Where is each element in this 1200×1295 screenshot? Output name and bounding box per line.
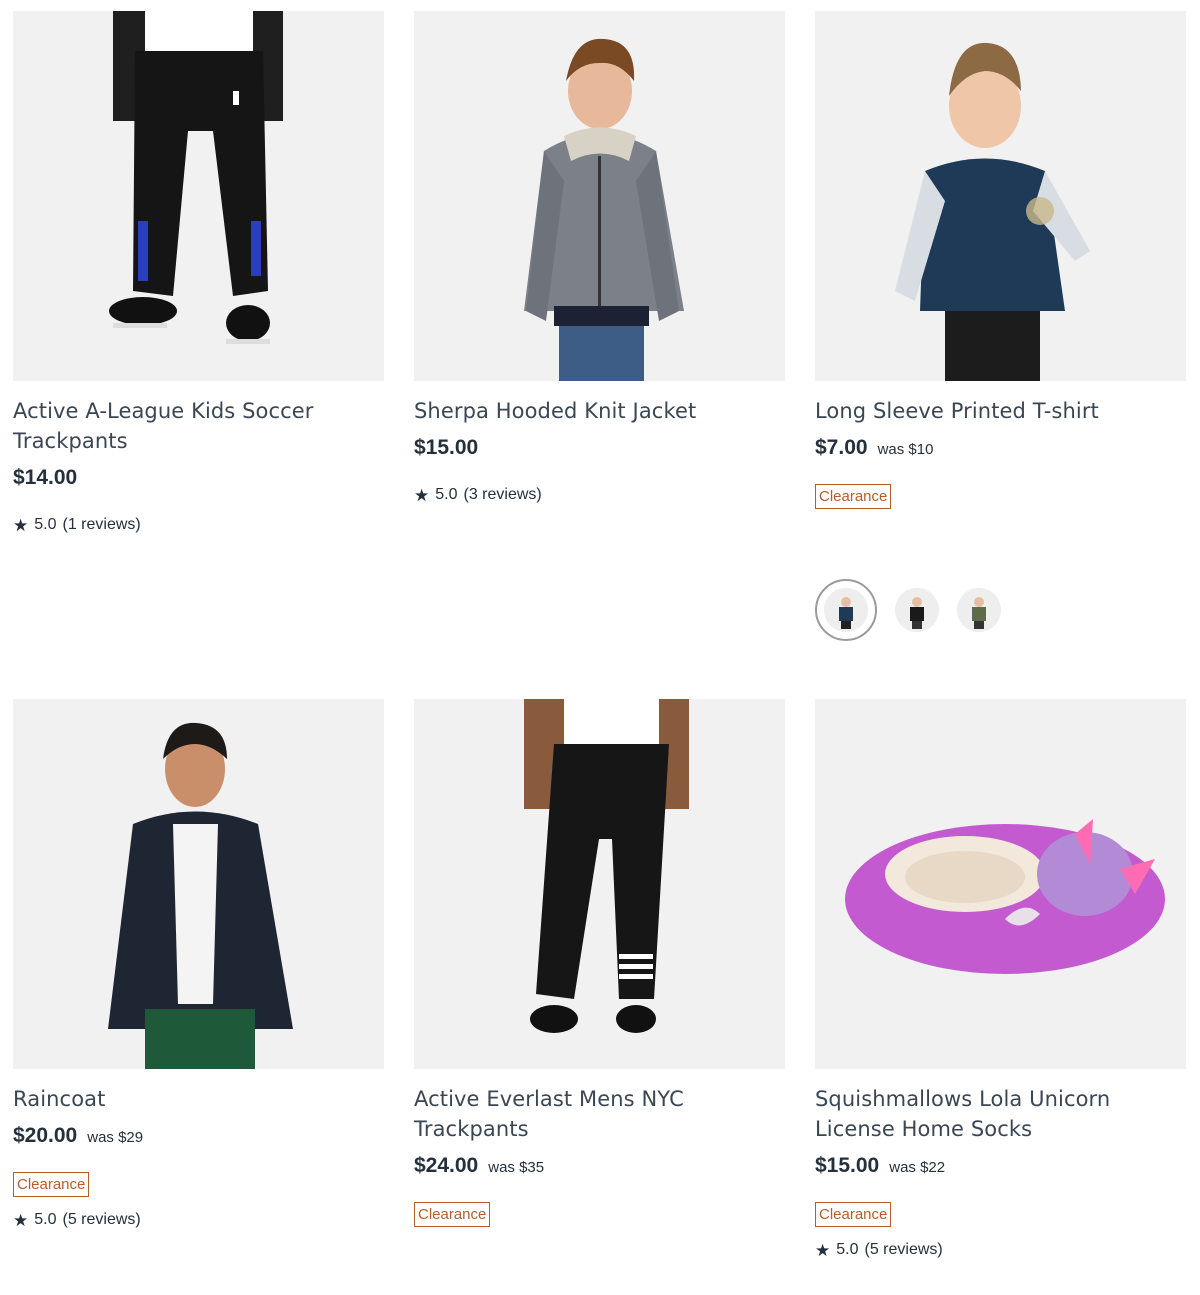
rating-value: 5.0 — [435, 486, 458, 503]
was-price: was $35 — [488, 1159, 545, 1176]
product-card[interactable]: Active Everlast Mens NYC Trackpants $24.… — [414, 699, 785, 1227]
product-image[interactable] — [13, 699, 384, 1069]
price-row: $20.00 was $29 — [13, 1124, 384, 1152]
was-price: was $10 — [877, 441, 934, 458]
product-image[interactable] — [815, 11, 1186, 381]
swatch-black[interactable] — [895, 588, 939, 632]
product-card[interactable]: Sherpa Hooded Knit Jacket $15.00 ★ 5.0 (… — [414, 11, 785, 504]
review-count: (3 reviews) — [463, 486, 542, 503]
product-rating[interactable]: ★ 5.0 (1 reviews) — [13, 516, 384, 534]
product-card[interactable]: Raincoat $20.00 was $29 Clearance ★ 5.0 … — [13, 699, 384, 1229]
price-row: $14.00 — [13, 466, 384, 494]
product-title[interactable]: Active A-League Kids Soccer Trackpants — [13, 396, 384, 456]
product-image[interactable] — [13, 11, 384, 381]
product-image[interactable] — [815, 699, 1186, 1069]
product-rating[interactable]: ★ 5.0 (3 reviews) — [414, 486, 785, 504]
clearance-badge: Clearance — [13, 1172, 90, 1197]
clearance-badge: Clearance — [414, 1202, 491, 1227]
swatch-olive[interactable] — [957, 588, 1001, 632]
was-price: was $22 — [889, 1159, 946, 1176]
product-price: $15.00 — [414, 436, 479, 459]
product-card[interactable]: Active A-League Kids Soccer Trackpants $… — [13, 11, 384, 534]
product-price: $24.00 — [414, 1154, 479, 1177]
color-swatches — [815, 579, 1186, 641]
price-row: $15.00 — [414, 436, 785, 464]
product-title[interactable]: Active Everlast Mens NYC Trackpants — [414, 1084, 785, 1144]
price-row: $15.00 was $22 — [815, 1154, 1186, 1182]
product-image[interactable] — [414, 11, 785, 381]
swatch-navy[interactable] — [815, 579, 877, 641]
product-title[interactable]: Squishmallows Lola Unicorn License Home … — [815, 1084, 1186, 1144]
clearance-badge: Clearance — [815, 484, 892, 509]
rating-value: 5.0 — [34, 516, 57, 533]
product-rating[interactable]: ★ 5.0 (5 reviews) — [815, 1241, 1186, 1259]
product-card[interactable]: Squishmallows Lola Unicorn License Home … — [815, 699, 1186, 1259]
star-icon: ★ — [414, 485, 430, 505]
review-count: (5 reviews) — [62, 1211, 141, 1228]
was-price: was $29 — [87, 1129, 144, 1146]
review-count: (5 reviews) — [864, 1241, 943, 1258]
product-price: $20.00 — [13, 1124, 78, 1147]
product-card[interactable]: Long Sleeve Printed T-shirt $7.00 was $1… — [815, 11, 1186, 641]
product-price: $15.00 — [815, 1154, 880, 1177]
product-rating[interactable]: ★ 5.0 (5 reviews) — [13, 1211, 384, 1229]
price-row: $7.00 was $10 — [815, 436, 1186, 464]
product-title[interactable]: Long Sleeve Printed T-shirt — [815, 396, 1186, 426]
rating-value: 5.0 — [836, 1241, 859, 1258]
star-icon: ★ — [13, 515, 29, 535]
product-image[interactable] — [414, 699, 785, 1069]
star-icon: ★ — [815, 1240, 831, 1260]
product-title[interactable]: Sherpa Hooded Knit Jacket — [414, 396, 785, 426]
price-row: $24.00 was $35 — [414, 1154, 785, 1182]
clearance-badge: Clearance — [815, 1202, 892, 1227]
review-count: (1 reviews) — [62, 516, 141, 533]
star-icon: ★ — [13, 1210, 29, 1230]
rating-value: 5.0 — [34, 1211, 57, 1228]
product-price: $7.00 — [815, 436, 868, 459]
product-price: $14.00 — [13, 466, 78, 489]
product-title[interactable]: Raincoat — [13, 1084, 384, 1114]
